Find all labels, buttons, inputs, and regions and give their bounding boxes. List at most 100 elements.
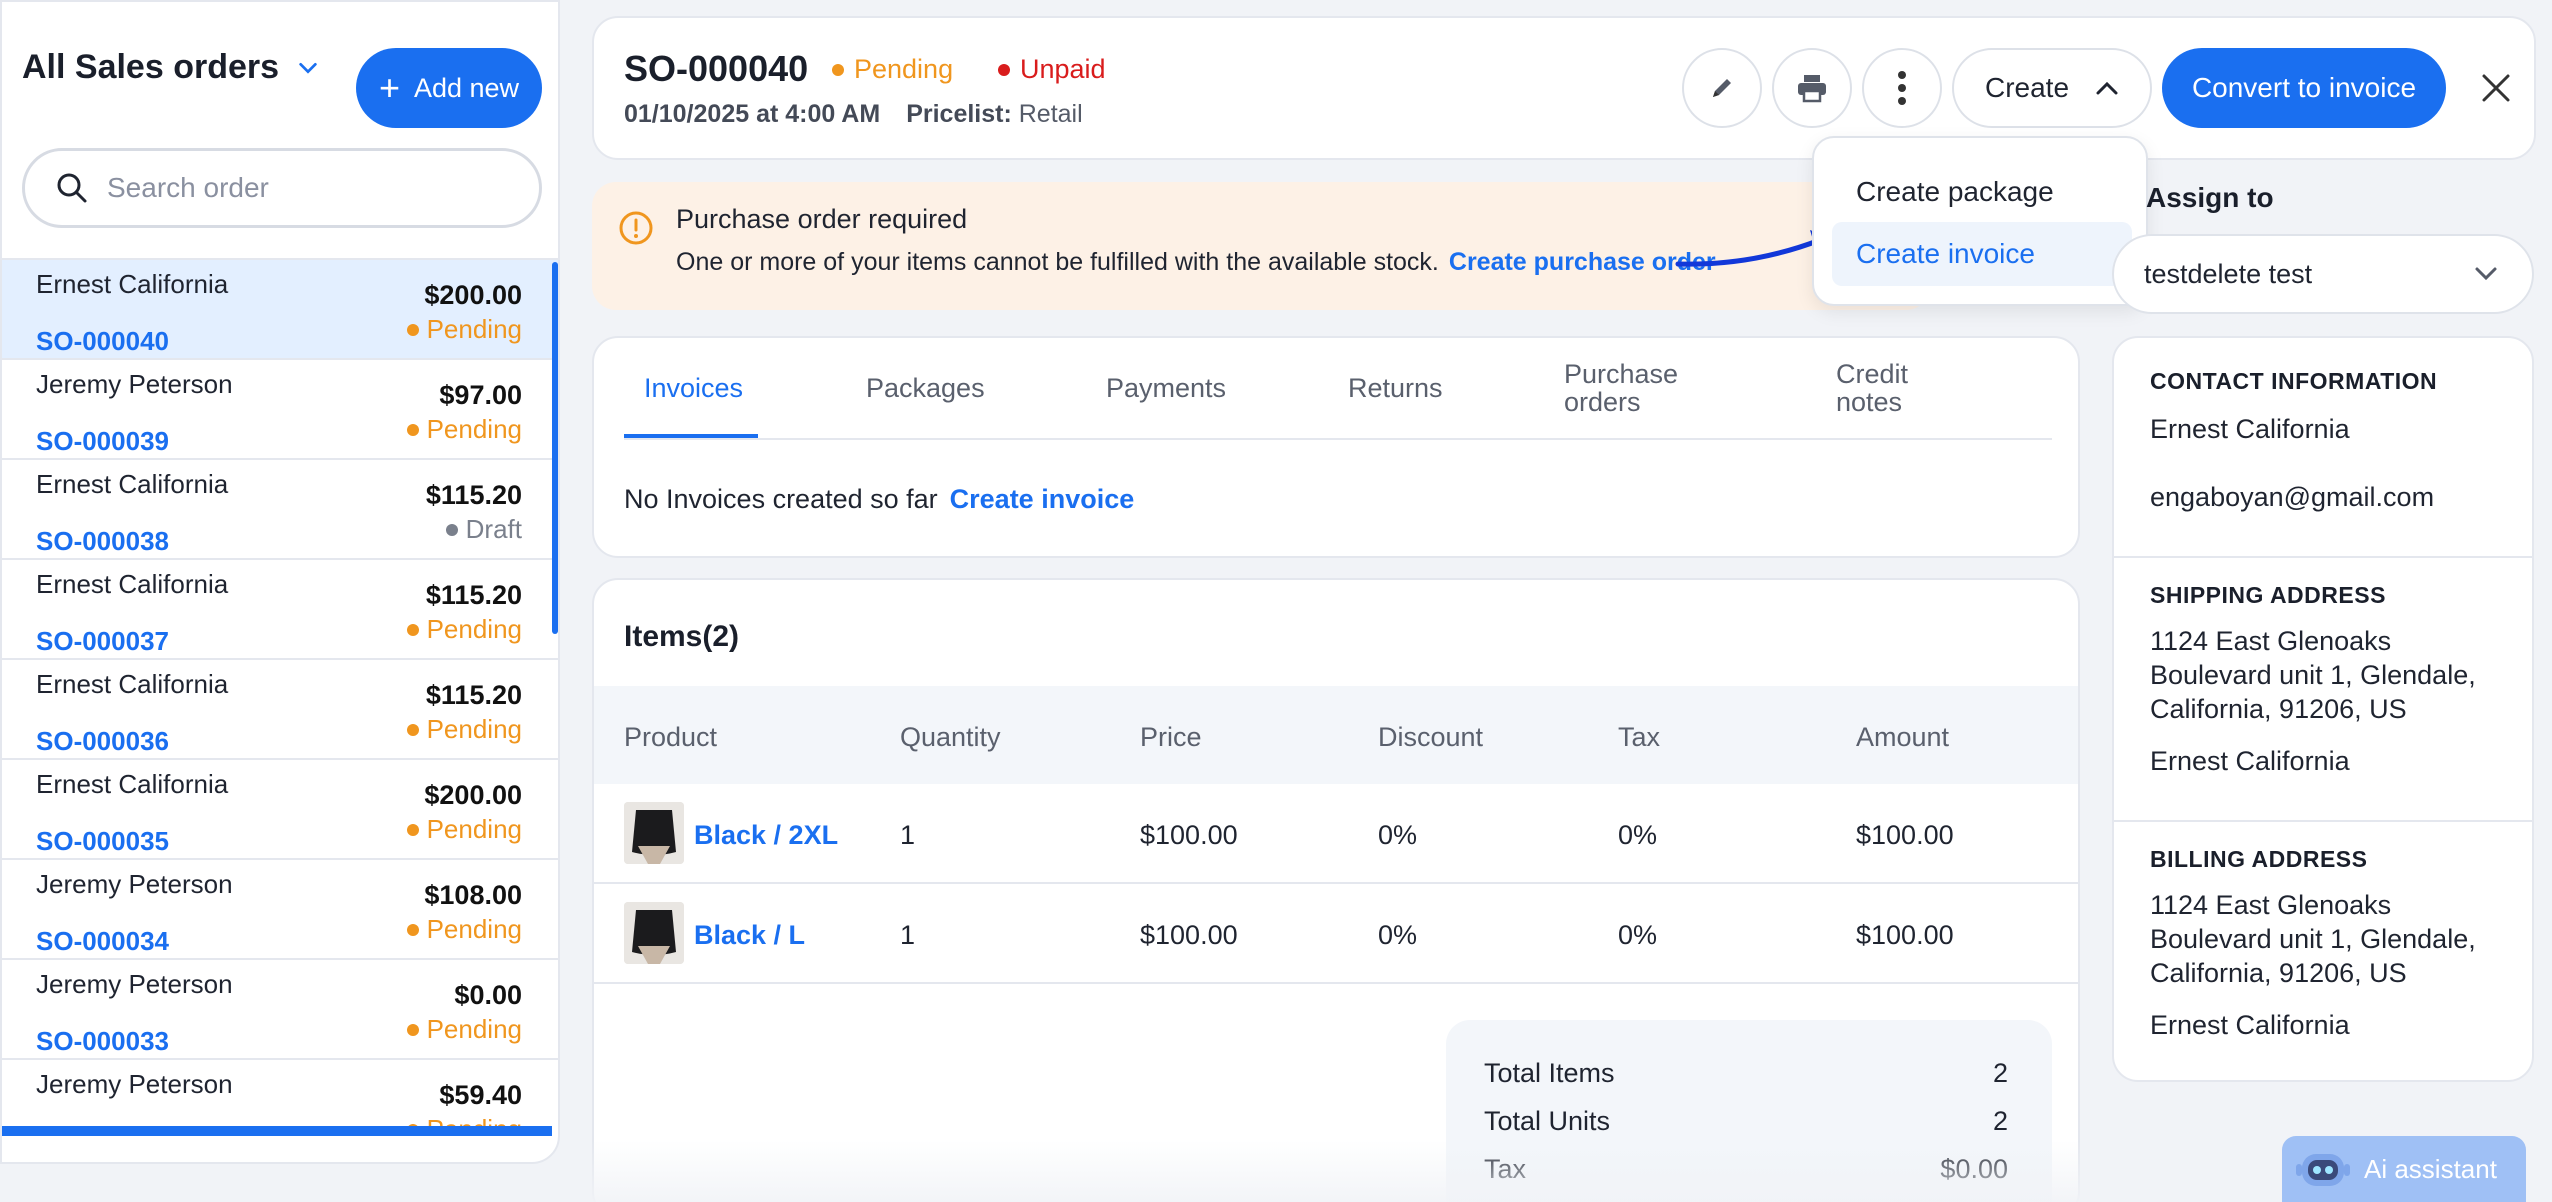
order-status-text: Pending bbox=[426, 914, 522, 944]
order-status-text: Draft bbox=[465, 514, 522, 544]
order-number[interactable]: SO-000034 bbox=[36, 926, 169, 957]
order-customer: Ernest California bbox=[36, 669, 229, 699]
order-number[interactable]: SO-000038 bbox=[36, 526, 169, 557]
order-customer: Jeremy Peterson bbox=[36, 869, 233, 899]
order-status-text: Pending bbox=[426, 814, 522, 844]
robot-icon bbox=[2296, 1154, 2350, 1186]
column-header: Product bbox=[624, 722, 718, 752]
summary-value: 2 bbox=[1992, 1058, 2008, 1088]
order-number[interactable]: SO-000037 bbox=[36, 626, 169, 657]
order-number[interactable]: SO-000033 bbox=[36, 1026, 169, 1057]
order-number[interactable]: SO-000035 bbox=[36, 826, 169, 857]
list-title-dropdown[interactable]: All Sales orders bbox=[22, 48, 319, 87]
status-dot bbox=[406, 323, 419, 336]
tab-credit-notes[interactable]: Credit notes bbox=[1836, 360, 1936, 416]
print-button[interactable] bbox=[1772, 48, 1852, 128]
order-customer: Ernest California bbox=[36, 569, 229, 599]
column-header: Price bbox=[1140, 722, 1202, 752]
create-dropdown-button[interactable]: Create bbox=[1952, 48, 2152, 128]
price-cell: $100.00 bbox=[1140, 820, 1238, 850]
create-invoice-link[interactable]: Create invoice bbox=[950, 484, 1135, 514]
alert-message-line: One or more of your items cannot be fulf… bbox=[676, 248, 1716, 277]
order-row[interactable]: Jeremy Peterson $59.40 Pending bbox=[2, 1060, 558, 1128]
order-row[interactable]: Ernest California SO-000035 $200.00 Pend… bbox=[2, 760, 558, 860]
purchase-order-alert: Purchase order required One or more of y… bbox=[592, 182, 1930, 310]
convert-to-invoice-button[interactable]: Convert to invoice bbox=[2162, 48, 2446, 128]
product-thumbnail[interactable] bbox=[624, 802, 684, 864]
order-row[interactable]: Jeremy Peterson SO-000033 $0.00 Pending bbox=[2, 960, 558, 1060]
items-title: Items(2) bbox=[624, 620, 740, 653]
order-status: Pending bbox=[406, 614, 522, 645]
items-card: Items(2) Product Quantity Price Discount… bbox=[592, 578, 2080, 1202]
shipping-title: SHIPPING ADDRESS bbox=[2150, 582, 2386, 608]
more-options-button[interactable] bbox=[1862, 48, 1942, 128]
billing-address: 1124 East Glenoaks Boulevard unit 1, Gle… bbox=[2150, 890, 2476, 988]
tab-purchase-orders[interactable]: Purchase orders bbox=[1564, 360, 1714, 416]
ai-assistant-button[interactable]: Ai assistant bbox=[2282, 1136, 2526, 1202]
product-thumbnail[interactable] bbox=[624, 902, 684, 964]
order-status: Pending bbox=[406, 814, 522, 845]
order-row[interactable]: Jeremy Peterson SO-000034 $108.00 Pendin… bbox=[2, 860, 558, 960]
search-box[interactable] bbox=[22, 148, 542, 228]
product-link[interactable]: Black / L bbox=[694, 920, 805, 951]
items-table-header: Product Quantity Price Discount Tax Amou… bbox=[594, 686, 2078, 784]
shipping-name: Ernest California bbox=[2150, 746, 2350, 776]
column-header: Quantity bbox=[900, 722, 1001, 752]
order-row[interactable]: Jeremy Peterson SO-000039 $97.00 Pending bbox=[2, 360, 558, 460]
tab-packages[interactable]: Packages bbox=[866, 374, 985, 402]
list-scrollbar[interactable] bbox=[552, 262, 558, 634]
billing-name: Ernest California bbox=[2150, 1010, 2350, 1040]
order-row[interactable]: Ernest California SO-000040 $200.00 Pend… bbox=[2, 260, 558, 360]
summary-row: Total Units 2 bbox=[1484, 1106, 2008, 1137]
order-row[interactable]: Ernest California SO-000038 $115.20 Draf… bbox=[2, 460, 558, 560]
order-number[interactable]: SO-000036 bbox=[36, 726, 169, 757]
status-dot bbox=[406, 1023, 419, 1036]
price-cell: $100.00 bbox=[1140, 920, 1238, 950]
order-number[interactable]: SO-000040 bbox=[36, 326, 169, 357]
tax-cell: 0% bbox=[1618, 920, 1658, 950]
tabs-divider bbox=[624, 438, 2052, 440]
order-row[interactable]: Ernest California SO-000037 $115.20 Pend… bbox=[2, 560, 558, 660]
contact-name: Ernest California bbox=[2150, 414, 2350, 444]
status-badge: Pending bbox=[832, 54, 953, 85]
order-header: SO-000040 Pending Unpaid 01/10/2025 at 4… bbox=[592, 16, 2536, 160]
status-dot bbox=[445, 523, 458, 536]
contact-email[interactable]: engaboyan@gmail.com bbox=[2150, 480, 2520, 514]
customer-info-card: CONTACT INFORMATION Ernest California en… bbox=[2112, 336, 2534, 1082]
order-status-text: Pending bbox=[426, 414, 522, 444]
assign-select[interactable]: testdelete test bbox=[2112, 234, 2534, 314]
search-icon bbox=[57, 173, 87, 203]
add-new-label: Add new bbox=[413, 72, 520, 103]
order-row[interactable]: Ernest California SO-000036 $115.20 Pend… bbox=[2, 660, 558, 760]
horizontal-scrollbar[interactable] bbox=[2, 1126, 552, 1136]
summary-value: 2 bbox=[1992, 1106, 2008, 1136]
order-meta: 01/10/2025 at 4:00 AM Pricelist: Retail bbox=[624, 100, 1083, 129]
create-package-item[interactable]: Create package bbox=[1832, 160, 2132, 224]
tab-payments[interactable]: Payments bbox=[1106, 374, 1226, 402]
amount-cell: $100.00 bbox=[1856, 820, 1954, 850]
assign-label: Assign to bbox=[2146, 182, 2274, 213]
product-link[interactable]: Black / 2XL bbox=[694, 820, 838, 851]
create-label: Create bbox=[1984, 72, 2070, 103]
payment-text: Unpaid bbox=[1020, 54, 1106, 84]
edit-button[interactable] bbox=[1682, 48, 1762, 128]
order-number[interactable]: SO-000039 bbox=[36, 426, 169, 457]
status-dot bbox=[406, 623, 419, 636]
status-dot bbox=[406, 923, 419, 936]
tab-invoices[interactable]: Invoices bbox=[644, 374, 743, 402]
order-status: Draft bbox=[445, 514, 522, 545]
sales-orders-panel: All Sales orders + Add new Ernest Califo… bbox=[0, 0, 560, 1164]
order-amount: $200.00 bbox=[424, 280, 522, 310]
tab-returns[interactable]: Returns bbox=[1348, 374, 1443, 402]
discount-cell: 0% bbox=[1378, 820, 1418, 850]
quantity-cell: 1 bbox=[900, 920, 916, 950]
order-customer: Ernest California bbox=[36, 469, 229, 499]
add-new-button[interactable]: + Add new bbox=[356, 48, 542, 128]
close-button[interactable] bbox=[2466, 58, 2526, 118]
create-invoice-item[interactable]: Create invoice bbox=[1832, 222, 2132, 286]
order-status-text: Pending bbox=[426, 714, 522, 744]
summary-label: Total Items bbox=[1484, 1058, 1615, 1088]
plus-icon: + bbox=[378, 67, 400, 108]
search-input[interactable] bbox=[107, 172, 507, 204]
order-status-text: Pending bbox=[426, 314, 522, 344]
